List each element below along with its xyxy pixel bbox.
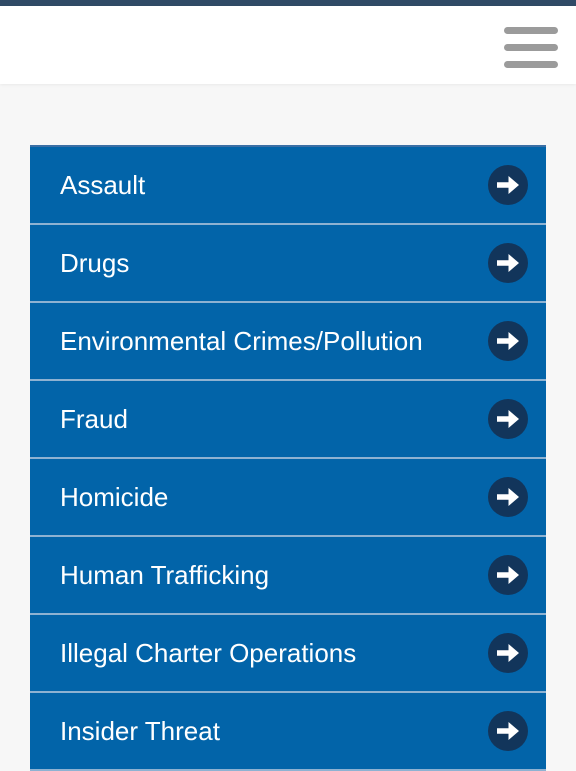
- category-label: Illegal Charter Operations: [60, 638, 357, 668]
- menu-bar-middle: [504, 44, 558, 51]
- arrow-right-circle-icon[interactable]: [488, 165, 528, 205]
- category-label: Drugs: [60, 248, 130, 278]
- category-item-human-trafficking[interactable]: Human Trafficking: [30, 537, 546, 615]
- category-item-homicide[interactable]: Homicide: [30, 459, 546, 537]
- category-item-drugs[interactable]: Drugs: [30, 225, 546, 303]
- category-label: Environmental Crimes/Pollution: [60, 326, 423, 356]
- menu-bar-bottom: [504, 61, 558, 68]
- app-header: [0, 6, 576, 84]
- category-item-environmental-crimes[interactable]: Environmental Crimes/Pollution: [30, 303, 546, 381]
- category-label: Insider Threat: [60, 716, 220, 746]
- menu-bar-top: [504, 27, 558, 34]
- arrow-right-circle-icon[interactable]: [488, 399, 528, 439]
- category-label: Human Trafficking: [60, 560, 270, 590]
- arrow-right-circle-icon[interactable]: [488, 477, 528, 517]
- arrow-right-circle-icon[interactable]: [488, 321, 528, 361]
- category-item-assault[interactable]: Assault: [30, 145, 546, 225]
- category-item-insider-threat[interactable]: Insider Threat: [30, 693, 546, 771]
- arrow-right-circle-icon[interactable]: [488, 555, 528, 595]
- hamburger-menu-icon[interactable]: [502, 26, 560, 68]
- arrow-right-circle-icon[interactable]: [488, 633, 528, 673]
- category-item-illegal-charter-operations[interactable]: Illegal Charter Operations: [30, 615, 546, 693]
- category-label: Assault: [60, 170, 146, 200]
- category-label: Homicide: [60, 482, 169, 512]
- arrow-right-circle-icon[interactable]: [488, 243, 528, 283]
- crime-category-list: Assault Drugs Environmental Crimes/Pollu…: [30, 145, 546, 771]
- category-item-fraud[interactable]: Fraud: [30, 381, 546, 459]
- category-label: Fraud: [60, 404, 128, 434]
- arrow-right-circle-icon[interactable]: [488, 711, 528, 751]
